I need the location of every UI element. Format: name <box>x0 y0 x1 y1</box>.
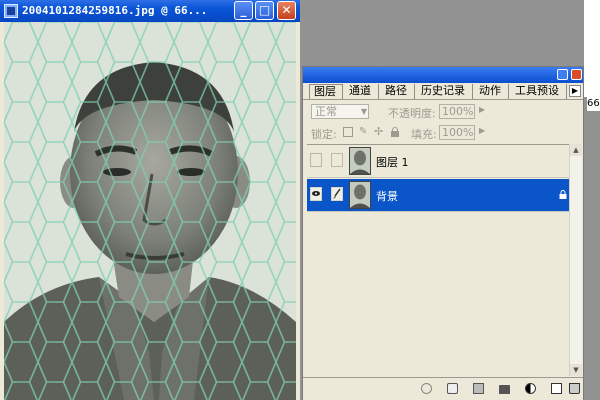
visibility-toggle[interactable] <box>310 153 322 167</box>
layer-row[interactable]: 图层 1 <box>307 145 569 178</box>
maximize-button[interactable]: □ <box>255 1 274 20</box>
trash-icon[interactable] <box>569 383 580 394</box>
tab-history[interactable]: 历史记录 <box>417 84 473 99</box>
layer-list: 图层 1 背景 <box>307 144 569 377</box>
palette-minimize-button[interactable] <box>557 69 568 80</box>
lock-image-pixels-icon[interactable]: ✎ <box>359 127 369 137</box>
tab-channels[interactable]: 通道 <box>345 84 379 99</box>
chevron-down-icon: ▼ <box>360 107 367 116</box>
new-layer-icon[interactable] <box>551 383 562 394</box>
layer-thumbnail <box>349 181 371 209</box>
brush-icon[interactable] <box>331 187 343 201</box>
fill-field[interactable]: 100% <box>439 125 475 140</box>
layer-style-icon[interactable] <box>447 383 458 394</box>
layer-list-scrollbar[interactable]: ▲ ▼ <box>569 144 582 376</box>
photoshop-document-icon <box>4 4 18 18</box>
layer-name[interactable]: 背景 <box>376 188 398 204</box>
lock-all-icon[interactable] <box>390 127 400 137</box>
layer-name[interactable]: 图层 1 <box>376 154 409 170</box>
scroll-up-button[interactable]: ▲ <box>570 144 582 156</box>
image-canvas[interactable] <box>4 22 296 400</box>
adjustment-layer-icon[interactable] <box>525 383 536 394</box>
document-title: 2004101284259816.jpg @ 66... <box>22 4 208 17</box>
layers-palette: 图层 通道 路径 历史记录 动作 工具预设 ▶ 正常 ▼ 不透明度: 100% … <box>302 66 584 400</box>
document-titlebar[interactable]: 2004101284259816.jpg @ 66... _ □ ✕ <box>0 0 300 22</box>
layer-thumbnail <box>349 147 371 175</box>
lock-label: 锁定: <box>311 128 337 141</box>
tab-tool-presets[interactable]: 工具预设 <box>511 84 567 99</box>
eye-icon <box>312 191 320 196</box>
fill-label: 填充: <box>411 128 437 141</box>
palette-close-button[interactable] <box>571 69 582 80</box>
lock-position-icon[interactable]: ✢ <box>374 126 384 137</box>
blend-mode-select[interactable]: 正常 ▼ <box>311 104 369 119</box>
close-button[interactable]: ✕ <box>277 1 296 20</box>
document-window: 2004101284259816.jpg @ 66... _ □ ✕ <box>0 0 300 400</box>
folder-icon[interactable] <box>499 385 510 394</box>
tab-layers[interactable]: 图层 <box>309 84 343 99</box>
minimize-button[interactable]: _ <box>234 1 253 20</box>
opacity-field[interactable]: 100% <box>439 104 475 119</box>
lock-transparency-icon[interactable] <box>343 127 353 137</box>
palette-menu-button[interactable]: ▶ <box>569 85 581 97</box>
palette-tab-bar: 图层 通道 路径 历史记录 动作 工具预设 ▶ <box>303 84 583 100</box>
layer-row-selected[interactable]: 背景 <box>307 179 569 212</box>
layer-mask-icon[interactable] <box>473 383 484 394</box>
tab-actions[interactable]: 动作 <box>475 84 509 99</box>
scroll-down-button[interactable]: ▼ <box>570 364 582 376</box>
palette-bottom-bar <box>303 377 583 400</box>
offscreen-window-label: 66 <box>587 97 600 111</box>
opacity-label: 不透明度: <box>388 107 436 120</box>
portrait-photo <box>4 22 296 400</box>
lock-icon <box>559 190 567 199</box>
layer-link-toggle[interactable] <box>331 153 343 167</box>
tab-paths[interactable]: 路径 <box>381 84 415 99</box>
offscreen-window-edge <box>584 0 600 97</box>
fill-slider-arrow-icon[interactable]: ▶ <box>479 126 485 135</box>
opacity-slider-arrow-icon[interactable]: ▶ <box>479 105 485 114</box>
visibility-toggle[interactable] <box>310 187 322 201</box>
palette-titlebar[interactable] <box>303 67 583 83</box>
link-icon[interactable] <box>421 383 432 394</box>
blend-mode-value: 正常 <box>315 105 337 118</box>
